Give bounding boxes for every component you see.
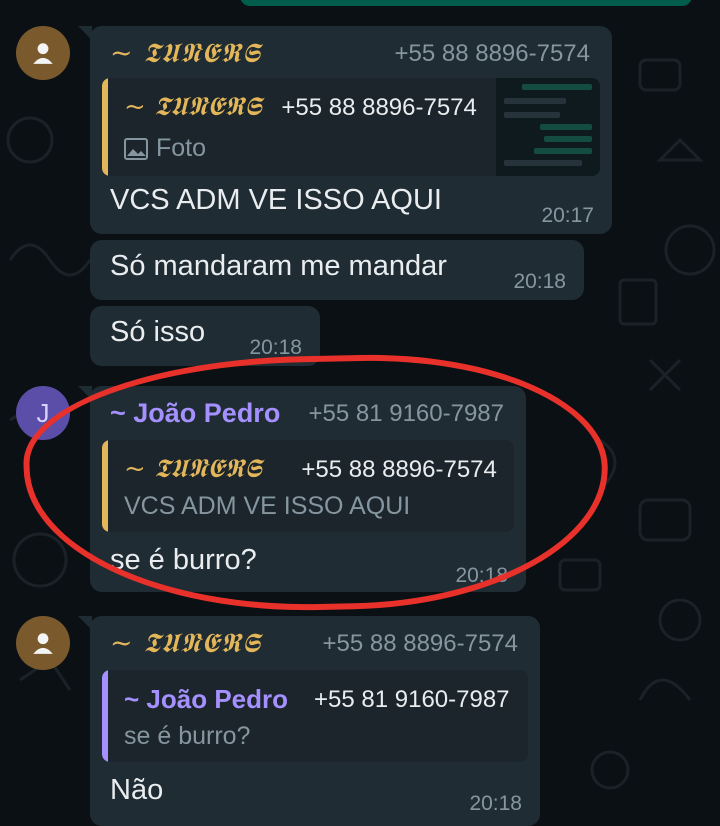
image-icon	[124, 137, 148, 160]
avatar-default[interactable]	[16, 616, 70, 670]
person-icon	[33, 43, 53, 64]
quote-bar	[102, 78, 108, 176]
quoted-sender: ~ 𝕿𝖀𝕹𝕰𝕽𝕾	[124, 92, 262, 122]
avatar-default[interactable]	[16, 26, 70, 80]
message-time: 20:17	[541, 204, 594, 227]
message-text: VCS ADM VE ISSO AQUI	[110, 184, 442, 216]
quoted-sender: ~ João Pedro	[124, 684, 288, 714]
sender-phone: +55 88 8896-7574	[322, 630, 518, 657]
quoted-message[interactable]: ~ 𝕿𝖀𝕹𝕰𝕽𝕾 +55 88 8896-7574 Foto	[102, 78, 600, 176]
quoted-phone: +55 88 8896-7574	[281, 93, 477, 121]
quoted-message[interactable]: ~ João Pedro +55 81 9160-7987 se é burro…	[102, 670, 528, 762]
message-bubble[interactable]: ~ 𝕿𝖀𝕹𝕰𝕽𝕾 +55 88 8896-7574 ~ 𝕿𝖀𝕹𝕰𝕽𝕾 +55 8…	[78, 26, 612, 234]
message-text: Só isso	[110, 316, 206, 348]
sender-phone: +55 88 8896-7574	[394, 40, 590, 67]
person-icon	[33, 633, 53, 654]
sender-name[interactable]: ~ 𝕿𝖀𝕹𝕰𝕽𝕾	[110, 628, 261, 660]
message-text: Não	[110, 774, 164, 806]
quoted-phone: +55 81 9160-7987	[314, 685, 510, 713]
quote-bar	[102, 670, 108, 762]
message-text: Só mandaram me mandar	[110, 250, 447, 282]
quoted-text: se é burro?	[124, 722, 251, 750]
message-time: 20:18	[513, 270, 566, 293]
quoted-text: Foto	[156, 134, 207, 162]
message-bubble[interactable]: ~ 𝕿𝖀𝕹𝕰𝕽𝕾 +55 88 8896-7574 ~ João Pedro +…	[78, 616, 540, 826]
message-time: 20:18	[469, 792, 522, 815]
previous-outgoing-bubble	[240, 0, 692, 6]
photo-thumbnail[interactable]	[496, 78, 600, 176]
sender-name[interactable]: ~ 𝕿𝖀𝕹𝕰𝕽𝕾	[110, 38, 261, 70]
message-bubble[interactable]: Só mandaram me mandar 20:18	[90, 240, 584, 300]
